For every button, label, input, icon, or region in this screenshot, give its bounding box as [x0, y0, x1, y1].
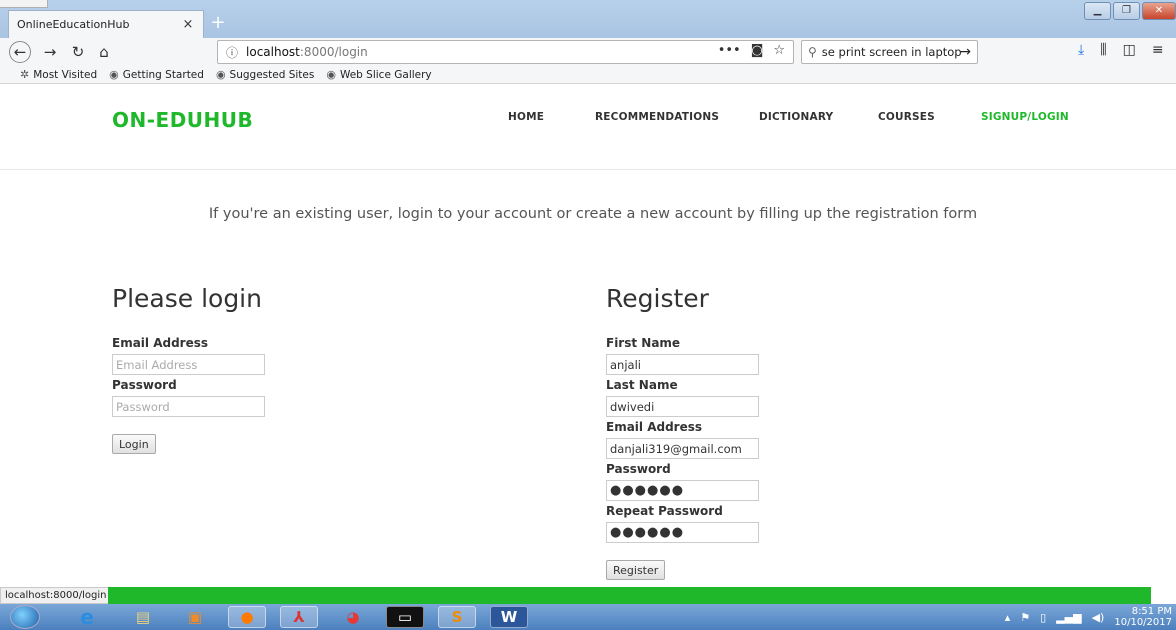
toolbar-icons: ⤓ ⫼ ◫ ≡ — [1078, 42, 1164, 58]
url-host: localhost — [246, 45, 300, 59]
sidebar-icon[interactable]: ◫ — [1123, 42, 1136, 58]
bookmark-label: Getting Started — [122, 68, 204, 81]
bookmarks-bar: ✲ Most Visited ◉ Getting Started ◉ Sugge… — [0, 66, 1176, 84]
globe-icon: ◉ — [215, 68, 226, 81]
search-text: se print screen in laptop — [821, 45, 962, 59]
command-prompt-icon[interactable]: ▭ — [386, 606, 424, 628]
nav-courses[interactable]: COURSES — [878, 111, 935, 123]
menu-icon[interactable]: ≡ — [1152, 42, 1164, 58]
back-icon[interactable]: ← — [9, 41, 31, 63]
globe-icon: ◉ — [326, 68, 336, 81]
window-sliver — [0, 0, 48, 8]
page-load-progress-bar — [108, 587, 1151, 604]
repeat-password-label: Repeat Password — [606, 504, 723, 518]
window-controls: ▁ ❐ ✕ — [1082, 2, 1176, 20]
register-email-label: Email Address — [606, 420, 703, 434]
bookmark-web-slice-gallery[interactable]: ◉ Web Slice Gallery — [326, 68, 431, 81]
login-email-input[interactable] — [112, 354, 265, 375]
tab-close-icon[interactable]: × — [181, 17, 195, 32]
password-label: Password — [112, 378, 177, 392]
clock[interactable]: 8:51 PM 10/10/2017 — [1114, 606, 1176, 628]
first-name-label: First Name — [606, 336, 681, 350]
clock-time: 8:51 PM — [1131, 606, 1172, 617]
bookmark-suggested-sites[interactable]: ◉ Suggested Sites — [216, 68, 314, 81]
clock-date: 10/10/2017 — [1114, 617, 1172, 628]
login-title: Please login — [112, 284, 262, 313]
battery-icon[interactable]: ▯ — [1040, 611, 1046, 624]
repeat-password-input[interactable] — [606, 522, 759, 543]
login-form: Please login Email Address Password Logi… — [112, 284, 265, 454]
internet-explorer-icon[interactable]: e — [68, 605, 106, 629]
bookmark-label: Suggested Sites — [229, 68, 315, 81]
start-button-icon[interactable] — [10, 605, 40, 629]
intro-text: If you're an existing user, login to you… — [208, 206, 978, 222]
pocket-icon[interactable]: ◙ — [751, 43, 764, 58]
gear-icon: ✲ — [20, 68, 30, 81]
login-button[interactable]: Login — [112, 434, 156, 454]
action-center-icon[interactable]: ⚑ — [1020, 611, 1030, 624]
search-go-icon[interactable]: → — [959, 44, 971, 60]
browser-toolbar: ← → ↻ ⌂ ⓘ localhost:8000/login ••• ◙ ☆ ⚲… — [0, 38, 1176, 66]
url-bar[interactable]: ⓘ localhost:8000/login ••• ◙ ☆ — [217, 40, 794, 64]
new-tab-icon[interactable]: + — [208, 13, 228, 33]
status-url: localhost:8000/login — [0, 587, 112, 604]
network-icon[interactable]: ▂▄▆ — [1056, 611, 1081, 624]
forward-icon[interactable]: → — [39, 41, 61, 63]
search-icon: ⚲ — [808, 45, 817, 59]
word-icon[interactable]: W — [490, 606, 528, 628]
bookmark-label: Web Slice Gallery — [339, 68, 432, 81]
nav-dictionary[interactable]: DICTIONARY — [759, 111, 833, 123]
system-tray: ▴ ⚑ ▯ ▂▄▆ ◀) 8:51 PM 10/10/2017 — [1005, 606, 1176, 628]
firefox-icon[interactable]: ● — [228, 606, 266, 628]
email-label: Email Address — [112, 336, 209, 350]
browser-titlebar: OnlineEducationHub × + ▁ ❐ ✕ — [0, 0, 1176, 38]
page-actions-icon[interactable]: ••• — [718, 43, 741, 58]
register-form: Register First Name Last Name Email Addr… — [606, 284, 759, 580]
tab-title: OnlineEducationHub — [17, 18, 130, 31]
register-password-label: Password — [606, 462, 671, 476]
register-password-input[interactable] — [606, 480, 759, 501]
last-name-input[interactable] — [606, 396, 759, 417]
acrobat-icon[interactable]: ⅄ — [280, 606, 318, 628]
reload-icon[interactable]: ↻ — [67, 41, 89, 63]
register-button[interactable]: Register — [606, 560, 666, 580]
download-icon[interactable]: ⤓ — [1078, 42, 1084, 58]
url-path: :8000/login — [299, 45, 368, 59]
sublime-text-icon[interactable]: S — [438, 606, 476, 628]
site-logo[interactable]: ON-EDUHUB — [112, 108, 253, 132]
file-explorer-icon[interactable]: ▤ — [124, 606, 162, 628]
login-password-input[interactable] — [112, 396, 265, 417]
media-player-icon[interactable]: ▣ — [176, 606, 214, 628]
home-icon[interactable]: ⌂ — [93, 41, 115, 63]
register-title: Register — [606, 284, 709, 313]
globe-icon: ◉ — [109, 68, 119, 81]
nav-recommendations[interactable]: RECOMMENDATIONS — [595, 111, 719, 123]
search-bar[interactable]: ⚲ se print screen in laptop → — [801, 40, 978, 64]
nav-signup-login[interactable]: SIGNUP/LOGIN — [981, 111, 1069, 123]
nav-home[interactable]: HOME — [508, 111, 544, 123]
volume-icon[interactable]: ◀) — [1092, 611, 1105, 624]
bookmark-label: Most Visited — [33, 68, 98, 81]
windows-taskbar: e ▤ ▣ ● ⅄ ◕ ▭ S W ▴ ⚑ ▯ ▂▄▆ ◀) 8:51 PM 1… — [0, 604, 1176, 630]
bookmark-getting-started[interactable]: ◉ Getting Started — [109, 68, 204, 81]
register-email-input[interactable] — [606, 438, 759, 459]
browser-tab[interactable]: OnlineEducationHub × — [8, 10, 204, 38]
bookmark-most-visited[interactable]: ✲ Most Visited — [20, 68, 97, 81]
site-info-icon[interactable]: ⓘ — [226, 44, 238, 61]
library-icon[interactable]: ⫼ — [1100, 42, 1106, 58]
minimize-icon[interactable]: ▁ — [1084, 2, 1111, 20]
last-name-label: Last Name — [606, 378, 678, 392]
site-header: ON-EDUHUB HOME RECOMMENDATIONS DICTIONAR… — [0, 84, 1176, 170]
first-name-input[interactable] — [606, 354, 759, 375]
chrome-icon[interactable]: ◕ — [334, 606, 372, 628]
bookmark-star-icon[interactable]: ☆ — [773, 43, 785, 58]
restore-icon[interactable]: ❐ — [1113, 2, 1140, 20]
close-window-icon[interactable]: ✕ — [1142, 2, 1176, 20]
tray-arrow-icon[interactable]: ▴ — [1005, 611, 1011, 624]
